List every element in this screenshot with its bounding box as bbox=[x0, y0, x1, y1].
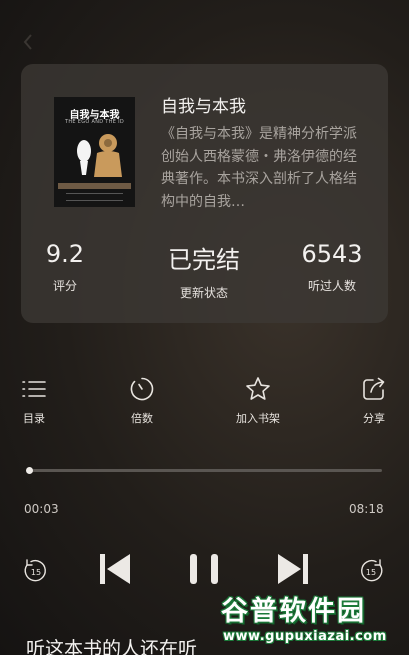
book-title: 自我与本我 bbox=[161, 97, 246, 117]
rewind-15-button[interactable]: 15 bbox=[22, 557, 50, 585]
forward-15-button[interactable]: 15 bbox=[357, 557, 385, 585]
menu-button[interactable]: 目录 bbox=[16, 376, 52, 426]
star-icon bbox=[246, 377, 270, 400]
shelf-label: 加入书架 bbox=[236, 412, 280, 425]
rewind-15-icon: 15 bbox=[24, 559, 46, 582]
total-time: 08:18 bbox=[349, 502, 384, 516]
status-label: 更新状态 bbox=[179, 286, 228, 300]
rewind-seconds: 15 bbox=[31, 568, 41, 577]
status-value: 已完结 bbox=[168, 246, 240, 274]
rating-value: 9.2 bbox=[45, 240, 85, 268]
pause-icon bbox=[190, 554, 218, 584]
watermark-text: 谷普软件园 bbox=[221, 596, 366, 627]
cover-decoration bbox=[66, 193, 123, 201]
forward-15-icon: 15 bbox=[361, 559, 383, 582]
speed-label: 倍数 bbox=[131, 412, 153, 425]
previous-track-button[interactable] bbox=[98, 552, 132, 586]
next-track-button[interactable] bbox=[276, 552, 310, 586]
listeners-label: 听过人数 bbox=[307, 279, 356, 293]
rating-label: 评分 bbox=[52, 279, 77, 293]
speed-dial-icon bbox=[130, 377, 154, 401]
list-icon bbox=[22, 381, 46, 397]
pause-button[interactable] bbox=[187, 552, 221, 586]
progress-knob[interactable] bbox=[26, 467, 34, 474]
forward-seconds: 15 bbox=[366, 568, 376, 577]
listeners-value: 6543 bbox=[301, 240, 363, 268]
menu-label: 目录 bbox=[23, 412, 45, 425]
stat-rating: 9.2 评分 bbox=[41, 240, 89, 294]
skip-next-icon bbox=[278, 554, 308, 584]
chevron-left-icon bbox=[23, 34, 32, 50]
share-icon bbox=[363, 377, 385, 400]
watermark-url: www.gupuxiazai.com bbox=[223, 629, 387, 644]
watermark-logo: 谷普软件园 www.gupuxiazai.com bbox=[221, 589, 407, 647]
book-info-card: 自我与本我 THE EGO AND THE ID 自我与本我 《自我与本我》是精… bbox=[21, 64, 388, 323]
cover-illustration bbox=[77, 134, 122, 177]
speed-button[interactable]: 倍数 bbox=[124, 376, 160, 426]
cover-subtitle: THE EGO AND THE ID bbox=[64, 119, 124, 125]
stat-status: 已完结 更新状态 bbox=[145, 240, 263, 301]
progress-bar[interactable] bbox=[26, 467, 382, 474]
add-to-shelf-button[interactable]: 加入书架 bbox=[227, 376, 289, 426]
current-time: 00:03 bbox=[24, 502, 59, 516]
share-label: 分享 bbox=[363, 412, 385, 425]
stat-listeners: 6543 听过人数 bbox=[291, 240, 373, 294]
book-cover[interactable]: 自我与本我 THE EGO AND THE ID bbox=[54, 97, 135, 207]
section-title: 听这本书的人还在听 bbox=[26, 638, 198, 655]
cover-banner bbox=[58, 183, 131, 189]
share-button[interactable]: 分享 bbox=[356, 376, 392, 426]
skip-previous-icon bbox=[100, 554, 130, 584]
back-button[interactable] bbox=[18, 30, 38, 54]
book-description[interactable]: 《自我与本我》是精神分析学派创始人西格蒙德・弗洛伊德的经典著作。本书深入剖析了人… bbox=[161, 123, 364, 213]
